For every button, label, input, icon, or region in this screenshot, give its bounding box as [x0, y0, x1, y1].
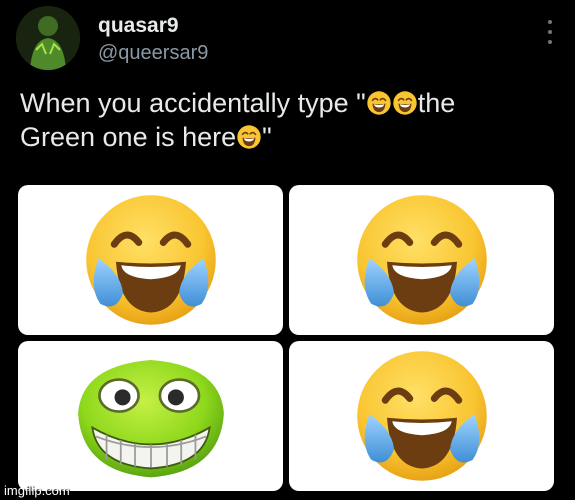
meme-panel-bottom-left[interactable]	[18, 341, 283, 491]
post-header: quasar9 @queersar9	[16, 6, 561, 70]
post-text-segment: When you accidentally type "	[20, 88, 366, 118]
face-with-tears-of-joy-icon	[81, 190, 221, 330]
post-text-segment: the	[417, 88, 456, 118]
post-text-segment: Green one is here	[20, 122, 237, 152]
avatar[interactable]	[16, 6, 80, 70]
meme-panel-top-left[interactable]	[18, 185, 283, 335]
face-with-tears-of-joy-icon	[352, 346, 492, 486]
laughing-face-icon	[366, 90, 392, 116]
meme-panel-bottom-right[interactable]	[289, 341, 554, 491]
laughing-face-icon	[392, 90, 418, 116]
avatar-image-icon	[16, 6, 80, 70]
display-name[interactable]: quasar9	[98, 14, 179, 38]
post-text-line-1: When you accidentally type " the	[20, 86, 560, 120]
post-text-segment: "	[262, 122, 272, 152]
post-text-line-2: Green one is here "	[20, 120, 560, 154]
user-handle[interactable]: @queersar9	[98, 42, 208, 65]
watermark: imgflip.com	[4, 483, 70, 498]
post-text: When you accidentally type " the Green o…	[20, 86, 560, 154]
meme-image-grid[interactable]	[18, 185, 558, 493]
green-grinning-creature-icon	[71, 349, 231, 483]
more-options-icon[interactable]	[547, 20, 553, 44]
meme-panel-top-right[interactable]	[289, 185, 554, 335]
face-with-tears-of-joy-icon	[352, 190, 492, 330]
laughing-face-icon	[236, 124, 262, 150]
